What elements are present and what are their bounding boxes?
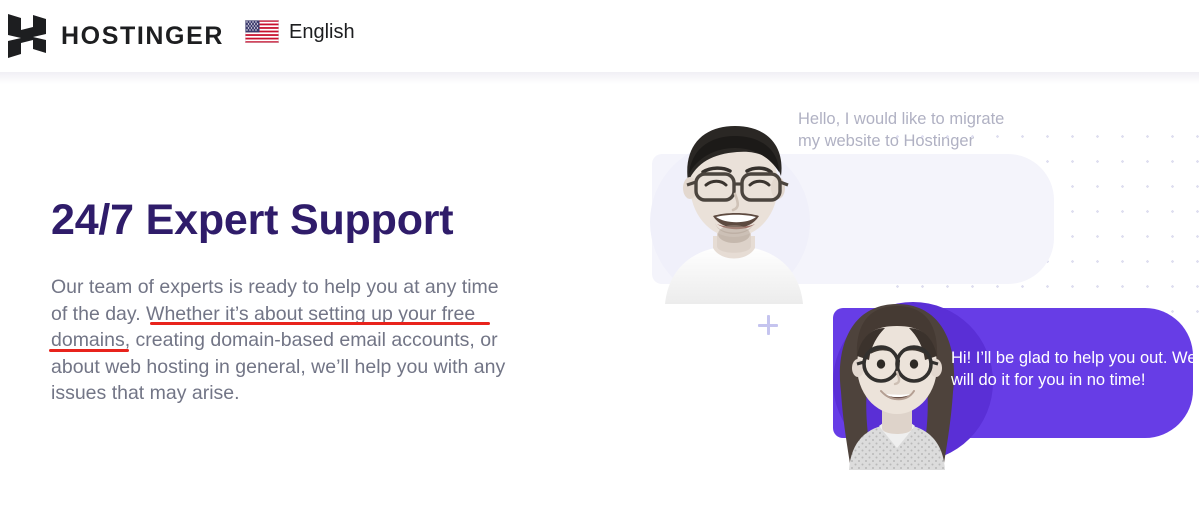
site-header: HOSTINGER English xyxy=(0,0,1199,72)
smiling-man-with-glasses-photo xyxy=(665,126,803,304)
support-description: Our team of experts is ready to help you… xyxy=(51,274,513,407)
plus-icon xyxy=(758,315,778,335)
us-flag-icon xyxy=(245,20,279,43)
support-copy-block: 24/7 Expert Support Our team of experts … xyxy=(51,196,521,404)
brand-name: HOSTINGER xyxy=(61,21,225,50)
page-title: 24/7 Expert Support xyxy=(51,196,454,244)
language-switcher[interactable]: English xyxy=(245,20,355,43)
red-annotation-underline-line2 xyxy=(49,349,129,352)
support-chat-illustration: Hello, I would like to migrate my websit… xyxy=(620,84,1199,504)
brand-logo[interactable]: HOSTINGER xyxy=(8,14,224,58)
header-divider-shadow xyxy=(0,72,1199,84)
red-annotation-underline-line1 xyxy=(150,322,490,325)
agent-chat-message: Hi! I’ll be glad to help you out. We wil… xyxy=(951,349,1197,389)
language-label: English xyxy=(289,20,355,43)
hostinger-h-logo-icon xyxy=(8,14,46,58)
